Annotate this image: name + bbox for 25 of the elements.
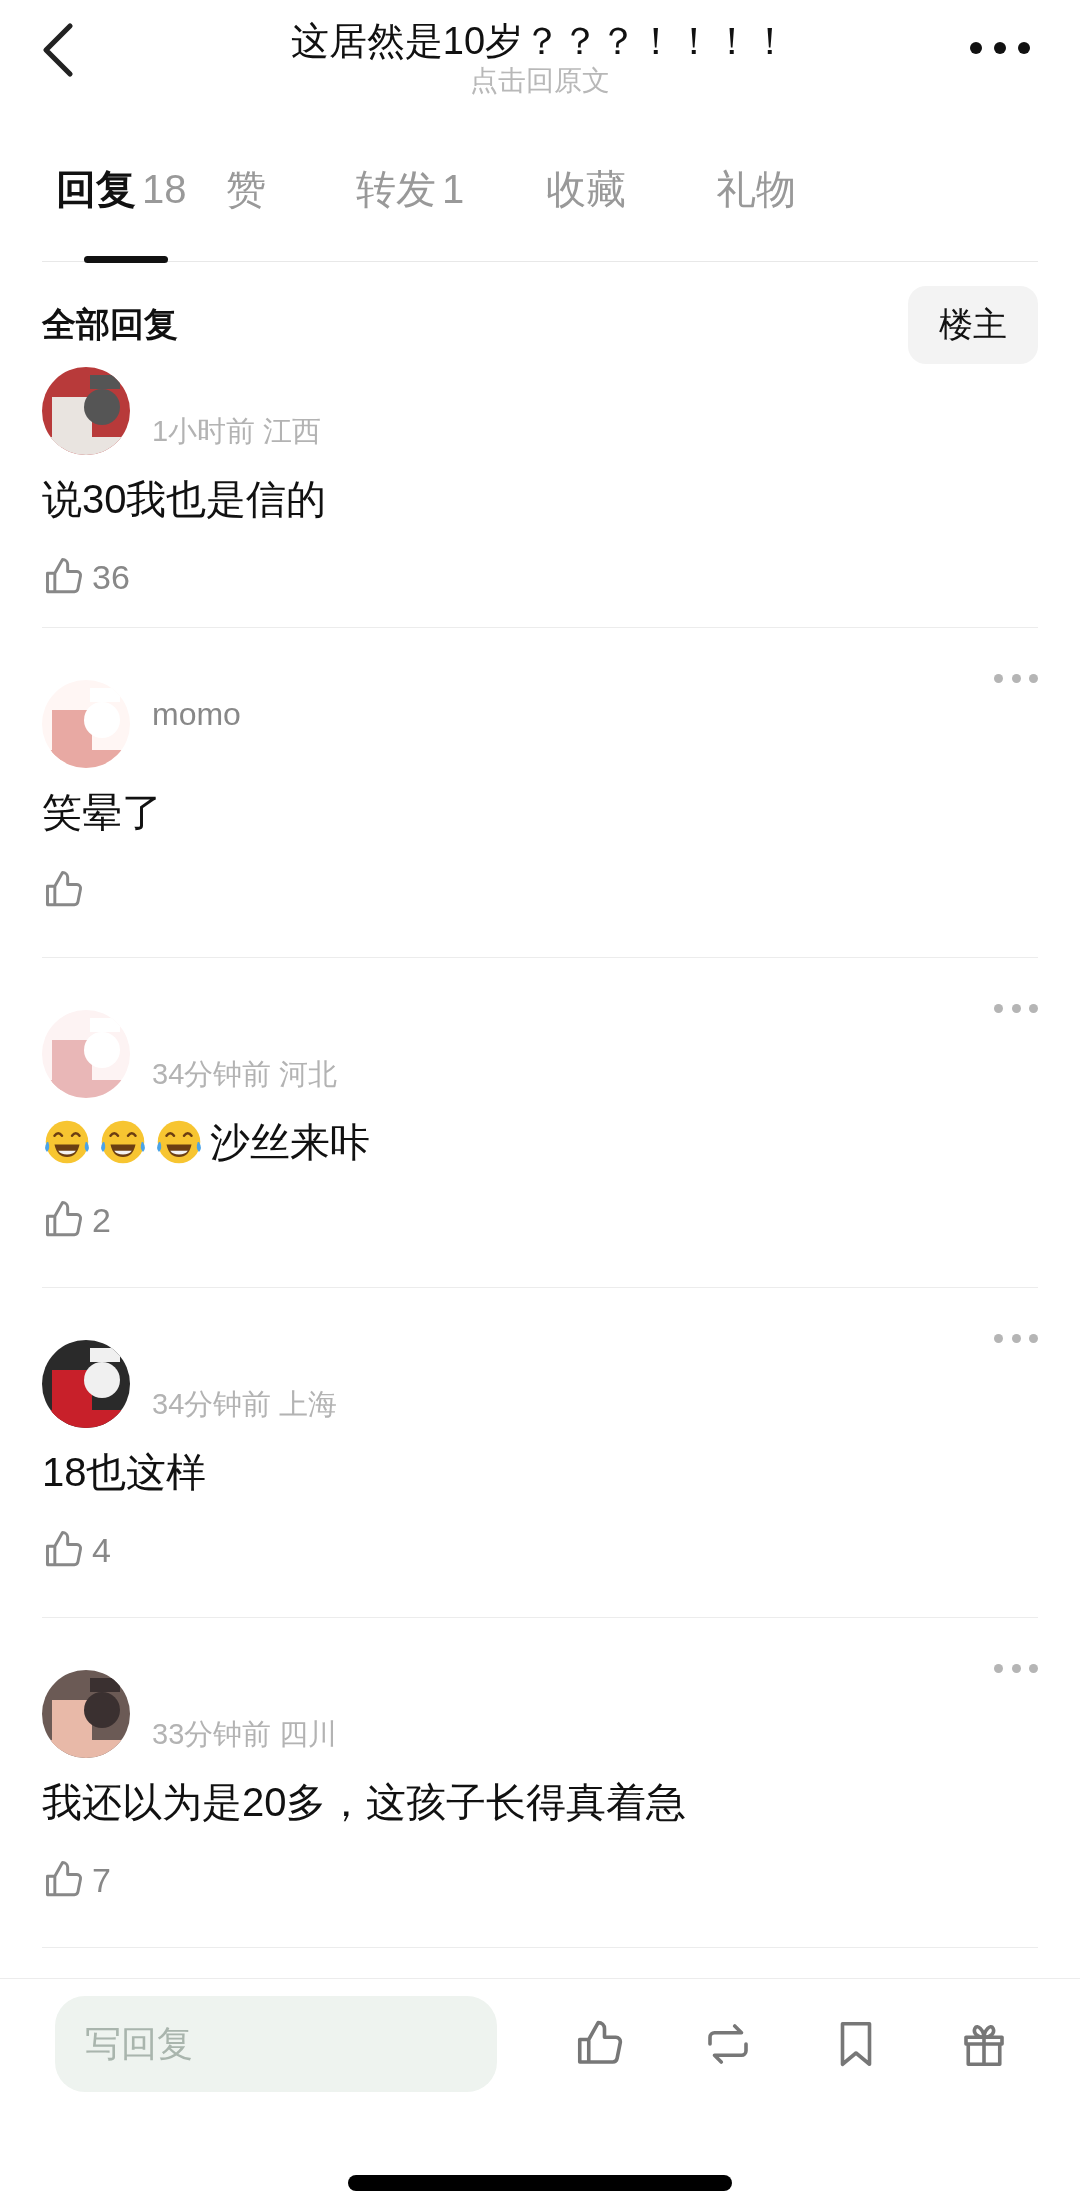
comment-meta: 34分钟前 河北: [152, 1057, 338, 1092]
tab[interactable]: 礼物: [702, 120, 842, 261]
comment-meta: 1小时前 江西: [152, 414, 322, 449]
comment-meta: 34分钟前 上海: [152, 1387, 338, 1422]
comment-text: 沙丝来咔: [210, 1119, 370, 1166]
username[interactable]: momo: [152, 694, 241, 734]
section-title: 全部回复: [42, 304, 178, 345]
comment-text: 18也这样: [42, 1449, 207, 1496]
like-button[interactable]: 4: [42, 1520, 111, 1580]
reply-input[interactable]: 写回复: [55, 1996, 497, 2092]
tab[interactable]: 转发 1: [342, 120, 532, 261]
post-title: 这居然是10岁？？？！！！！: [290, 19, 790, 64]
like-button[interactable]: 7: [42, 1850, 111, 1910]
like-button[interactable]: 36: [42, 547, 130, 607]
tab[interactable]: 回复 18: [42, 120, 212, 261]
tab[interactable]: 收藏: [532, 120, 702, 261]
author-filter-button[interactable]: 楼主: [908, 285, 1038, 364]
comment-text: 我还以为是20多，这孩子长得真着急: [42, 1779, 687, 1826]
comment-meta: 33分钟前 四川: [152, 1717, 338, 1752]
tab[interactable]: 赞: [212, 120, 342, 261]
comment-text: 笑晕了: [42, 789, 162, 836]
comment-text: 说30我也是信的: [42, 476, 327, 523]
view-original-link[interactable]: 点击回原文: [470, 64, 610, 98]
more-options-button[interactable]: [970, 40, 1030, 56]
like-button[interactable]: 2: [42, 1190, 111, 1250]
